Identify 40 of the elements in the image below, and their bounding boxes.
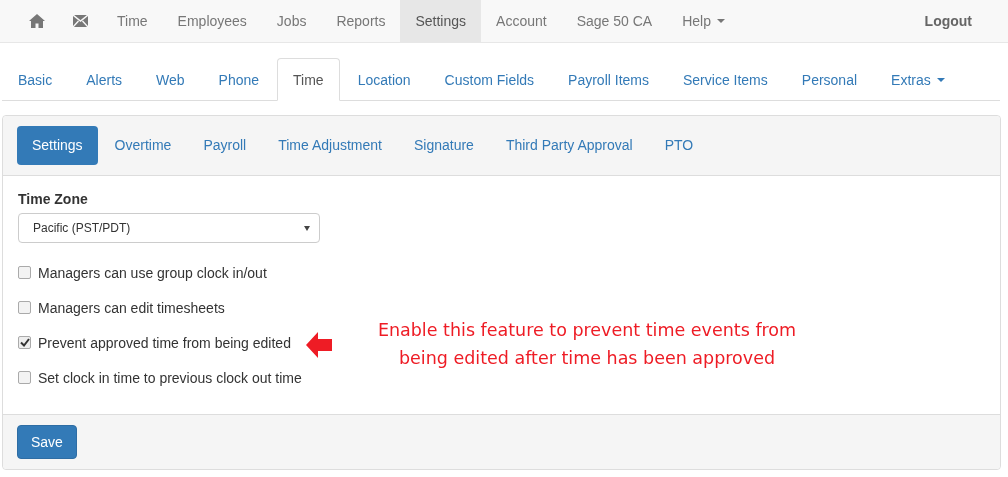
checkbox[interactable] — [18, 371, 31, 384]
sub-tab[interactable]: Payroll — [188, 126, 262, 165]
sub-tab[interactable]: PTO — [649, 126, 709, 165]
sub-tab[interactable]: Time Adjustment — [263, 126, 397, 165]
tab[interactable]: Time — [277, 58, 340, 101]
nav-link[interactable]: Settings — [400, 0, 482, 42]
checkbox-label: Managers can edit timesheets — [38, 299, 225, 316]
sub-tab[interactable]: Signature — [398, 126, 489, 165]
arrow-icon — [306, 332, 332, 358]
tab[interactable]: Phone — [202, 58, 276, 101]
sub-tab[interactable]: Third Party Approval — [490, 126, 648, 165]
nav-link[interactable]: Reports — [321, 0, 401, 42]
annotation-text: Enable this feature to prevent time events from being edited after time has been approved — [376, 319, 798, 370]
sub-tab[interactable]: Settings — [17, 126, 98, 165]
checkbox[interactable] — [18, 336, 31, 349]
logout-link[interactable]: Logout — [909, 0, 1008, 42]
field-label: Time Zone — [18, 191, 89, 207]
tab[interactable]: Web — [140, 58, 201, 101]
nav-link[interactable]: Sage 50 CA — [561, 0, 668, 42]
tab[interactable]: Location — [341, 58, 427, 101]
checkbox-label: Set clock in time to previous clock out time — [38, 369, 302, 386]
tab[interactable]: Service Items — [667, 58, 784, 101]
tab[interactable]: Payroll Items — [552, 58, 665, 101]
sub-tab[interactable]: Overtime — [99, 126, 187, 165]
save-button[interactable]: Save — [17, 425, 77, 459]
checkbox-label: Managers can use group clock in/out — [38, 264, 267, 281]
checkbox[interactable] — [18, 301, 31, 314]
tab[interactable]: Extras — [875, 58, 961, 101]
checkbox-label: Prevent approved time from being edited — [38, 334, 291, 351]
tab[interactable]: Alerts — [70, 58, 139, 101]
tab[interactable]: Custom Fields — [428, 58, 551, 101]
checkbox[interactable] — [18, 266, 31, 279]
tab[interactable]: Basic — [2, 58, 69, 101]
nav-link[interactable]: Jobs — [261, 0, 322, 42]
nav-link[interactable]: Employees — [162, 0, 262, 42]
tab[interactable]: Personal — [785, 58, 874, 101]
nav-link[interactable]: Time — [102, 0, 163, 42]
time-zone-select[interactable]: Pacific (PST/PDT) — [18, 213, 320, 243]
nav-link[interactable]: Account — [481, 0, 562, 42]
nav-link[interactable]: Help — [667, 0, 740, 42]
